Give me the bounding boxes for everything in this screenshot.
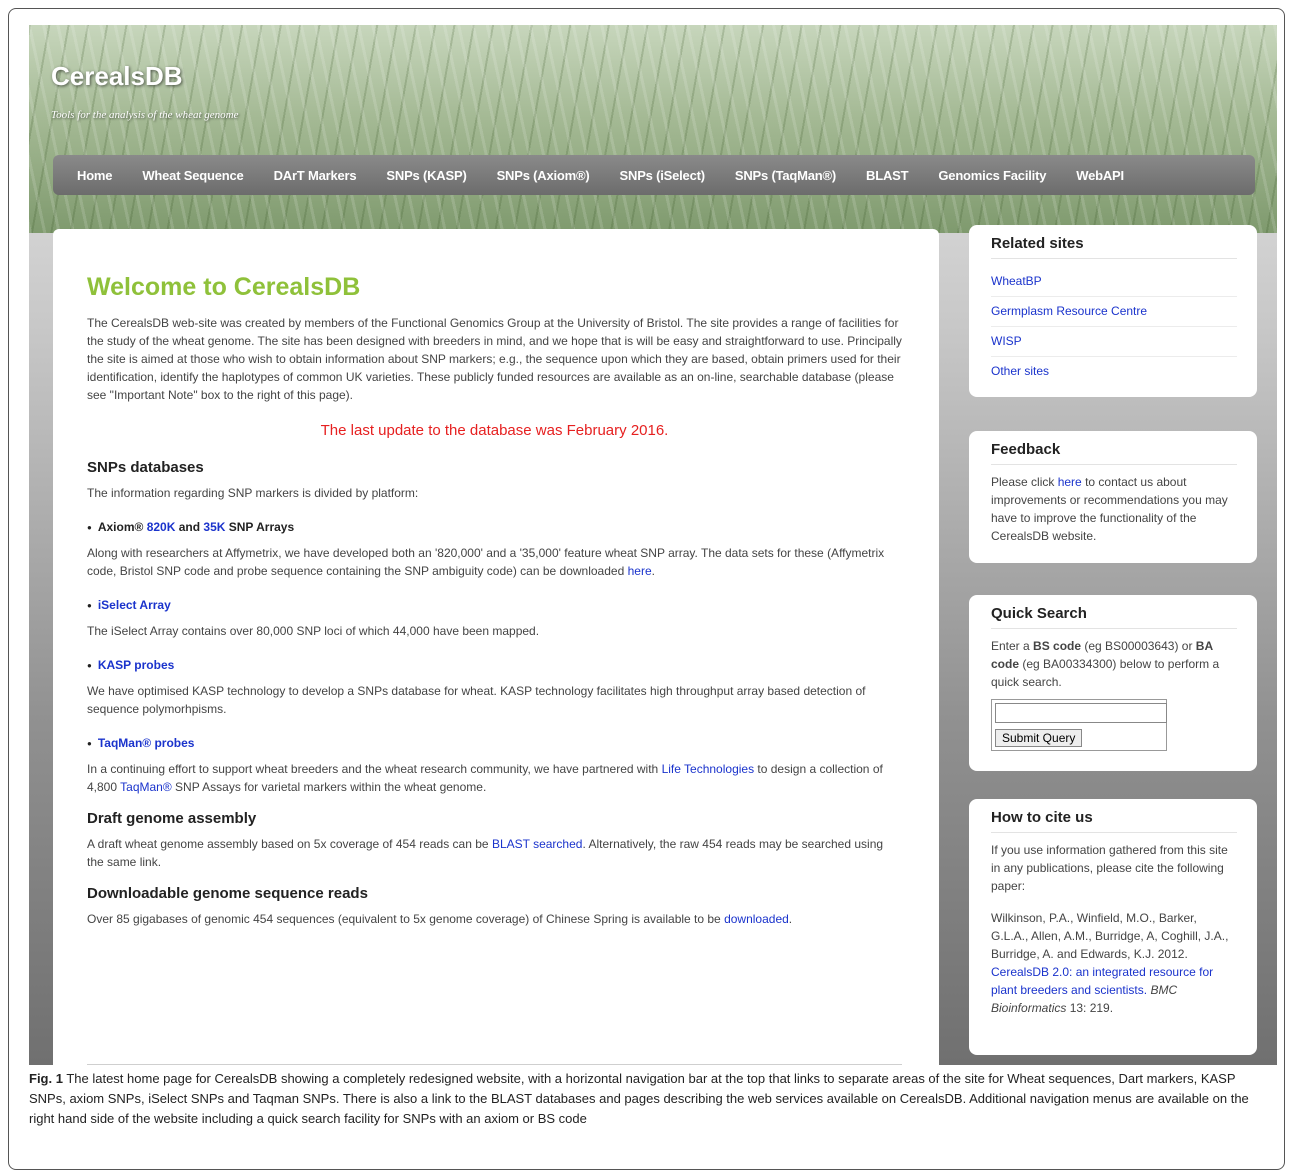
figure-caption: Fig. 1 The latest home page for CerealsD… (29, 1069, 1269, 1129)
bullet-icon: ● (87, 661, 92, 671)
draft-desc: A draft wheat genome assembly based on 5… (87, 837, 884, 869)
quick-search-heading: Quick Search (991, 605, 1237, 629)
update-notice: The last update to the database was Febr… (320, 422, 669, 439)
related-link-wheatbp[interactable]: WheatBP (991, 267, 1237, 297)
taqman-item: ● TaqMan® probes (87, 736, 902, 750)
header-banner: CerealsDB Tools for the analysis of the … (29, 25, 1277, 233)
site-title[interactable]: CerealsDB (51, 61, 183, 92)
main-nav: Home Wheat Sequence DArT Markers SNPs (K… (53, 155, 1255, 195)
kasp-desc: We have optimised KASP technology to dev… (87, 684, 866, 716)
related-sites-heading: Related sites (991, 235, 1237, 259)
feedback-heading: Feedback (991, 441, 1237, 465)
feedback-text: Please click here to contact us about im… (991, 475, 1228, 543)
bullet-icon: ● (87, 739, 92, 749)
main-content: Welcome to CerealsDB The CerealsDB web-s… (53, 229, 939, 1065)
reads-desc: Over 85 gigabases of genomic 454 sequenc… (87, 912, 793, 926)
blast-search-link[interactable]: BLAST searched (492, 837, 583, 851)
caption-label: Fig. 1 (29, 1071, 63, 1086)
axiom-item: ● Axiom® 820K and 35K SNP Arrays (87, 520, 295, 534)
bullet-icon: ● (87, 601, 92, 611)
website-screenshot: CerealsDB Tools for the analysis of the … (29, 25, 1277, 1065)
quick-search-input[interactable] (995, 703, 1167, 723)
nav-home[interactable]: Home (77, 168, 113, 183)
download-reads-link[interactable]: downloaded (724, 912, 789, 926)
life-technologies-link[interactable]: Life Technologies (662, 762, 755, 776)
nav-snps-axiom[interactable]: SNPs (Axiom®) (497, 168, 590, 183)
nav-genomics-facility[interactable]: Genomics Facility (938, 168, 1046, 183)
taqman-assays-link[interactable]: TaqMan® (120, 780, 172, 794)
nav-wheat-sequence[interactable]: Wheat Sequence (142, 168, 243, 183)
divider (87, 1064, 902, 1065)
page-title: Welcome to CerealsDB (87, 273, 361, 301)
site-tagline: Tools for the analysis of the wheat geno… (51, 109, 239, 121)
quick-search-text: Enter a BS code (eg BS00003643) or BA co… (991, 639, 1220, 689)
taqman-link[interactable]: TaqMan® probes (98, 736, 195, 750)
cite-heading: How to cite us (991, 809, 1237, 833)
kasp-item: ● KASP probes (87, 658, 902, 672)
axiom-820k-link[interactable]: 820K (147, 520, 176, 534)
snps-intro: The information regarding SNP markers is… (87, 486, 419, 500)
cite-box: How to cite us If you use information ga… (969, 799, 1257, 1055)
axiom-download-link[interactable]: here (628, 564, 652, 578)
snps-heading: SNPs databases (87, 459, 204, 476)
taqman-desc: In a continuing effort to support wheat … (87, 762, 883, 794)
nav-snps-iselect[interactable]: SNPs (iSelect) (620, 168, 706, 183)
bullet-icon: ● (87, 523, 92, 533)
figure-frame: CerealsDB Tools for the analysis of the … (8, 8, 1285, 1170)
related-sites-box: Related sites WheatBP Germplasm Resource… (969, 225, 1257, 397)
nav-snps-taqman[interactable]: SNPs (TaqMan®) (735, 168, 836, 183)
feedback-link[interactable]: here (1058, 475, 1082, 489)
axiom-35k-link[interactable]: 35K (203, 520, 225, 534)
related-link-other[interactable]: Other sites (991, 357, 1237, 386)
nav-dart-markers[interactable]: DArT Markers (274, 168, 357, 183)
axiom-desc: Along with researchers at Affymetrix, we… (87, 546, 885, 578)
quick-search-form: Submit Query (991, 699, 1167, 751)
intro-text: The CerealsDB web-site was created by me… (87, 316, 902, 402)
submit-query-button[interactable]: Submit Query (995, 729, 1083, 747)
nav-blast[interactable]: BLAST (866, 168, 909, 183)
draft-heading: Draft genome assembly (87, 810, 257, 827)
iselect-link[interactable]: iSelect Array (98, 598, 171, 612)
related-link-wisp[interactable]: WISP (991, 327, 1237, 357)
iselect-item: ● iSelect Array (87, 598, 902, 612)
cite-intro: If you use information gathered from thi… (991, 843, 1228, 893)
cite-paper-link[interactable]: CerealsDB 2.0: an integrated resource fo… (991, 965, 1213, 997)
cite-reference: Wilkinson, P.A., Winfield, M.O., Barker,… (991, 911, 1229, 1015)
feedback-box: Feedback Please click here to contact us… (969, 431, 1257, 563)
kasp-link[interactable]: KASP probes (98, 658, 174, 672)
nav-snps-kasp[interactable]: SNPs (KASP) (386, 168, 466, 183)
caption-text: The latest home page for CerealsDB showi… (29, 1071, 1249, 1126)
related-link-germplasm[interactable]: Germplasm Resource Centre (991, 297, 1237, 327)
nav-webapi[interactable]: WebAPI (1076, 168, 1124, 183)
iselect-desc: The iSelect Array contains over 80,000 S… (87, 624, 540, 638)
quick-search-box: Quick Search Enter a BS code (eg BS00003… (969, 595, 1257, 771)
reads-heading: Downloadable genome sequence reads (87, 885, 368, 902)
